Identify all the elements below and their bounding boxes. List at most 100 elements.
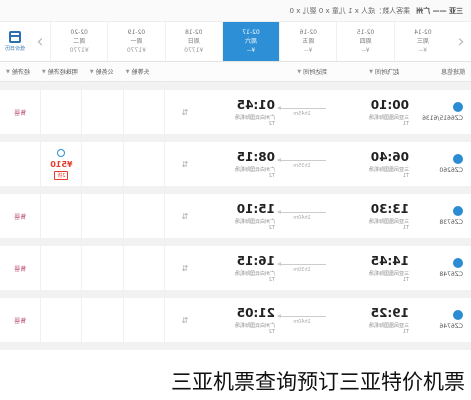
select-fare-radio[interactable] [57, 148, 66, 157]
departure-airport: 三亚凤凰国际机场 [368, 270, 409, 277]
arrival-time: 15:10 [236, 201, 275, 216]
route-arrow-icon [278, 211, 326, 213]
passenger-count: 乘客人数：成人 x 1 儿童 x 0 婴儿 x 0 [289, 6, 411, 15]
flight-duration: 1h30m [293, 266, 311, 273]
soldout-label: 售罄 [14, 317, 27, 325]
low-price-calendar-button[interactable]: 低价日历 [0, 22, 30, 61]
route-arrow-icon [278, 159, 326, 161]
flight-row[interactable]: CZ6748 14:45 三亚凤凰国际机场 T1 1h30m 16:15 广州白云国际… [0, 242, 471, 298]
date-tab[interactable]: 02-15 周四 ¥-- [336, 22, 394, 61]
filter-label: 起飞时间 [374, 69, 399, 76]
departure-time: 14:45 [370, 253, 409, 268]
filter-depart-time[interactable]: 起飞时间 ▼ [363, 67, 405, 77]
flight-number: CZ6615/6136 [422, 115, 463, 122]
arrival-airport: 广州白云国际机场 [234, 322, 275, 329]
flight-number: CZ6260 [439, 167, 463, 174]
flight-row[interactable]: CZ6746 19:25 三亚凤凰国际机场 T1 1h40m 21:05 广州白云国际… [0, 294, 471, 350]
fare-cell-economy[interactable]: 售罄 [0, 190, 42, 242]
departure-airport: 三亚凤凰国际机场 [368, 166, 409, 173]
filter-economy[interactable]: 经济舱 ▼ [0, 67, 36, 77]
date-tab-date: 02-15 [356, 29, 375, 36]
duration: 1h40m [275, 211, 329, 221]
date-tab-weekday: 周一 [130, 38, 143, 45]
filter-first-class[interactable]: 头等舱 ▼ [120, 67, 156, 77]
date-tab-date: 02-16 [299, 29, 318, 36]
date-tab-date: 02-20 [70, 29, 88, 36]
departure-airport: 三亚凤凰国际机场 [368, 218, 409, 225]
next-dates-arrow-icon[interactable]: › [30, 22, 50, 61]
fare-cell-premium[interactable]: ¥510 2折 [41, 138, 83, 190]
fare-cell-economy[interactable]: 售罄 [0, 242, 42, 294]
date-tab-price: ¥-- [418, 47, 427, 54]
departure-terminal: T1 [402, 224, 409, 231]
fare-cell-first [123, 294, 165, 346]
fare-cell-premium [41, 294, 83, 346]
departure-airport: 三亚凤凰国际机场 [368, 114, 409, 121]
fare-cell-economy[interactable]: 售罄 [0, 86, 42, 138]
date-tab-price: ¥-- [246, 47, 256, 54]
flight-row[interactable]: CZ6615/6136 00:10 三亚凤凰国际机场 T1 1h45m 01:45 广… [0, 86, 471, 142]
departure-time: 13:30 [370, 201, 409, 216]
fare-cell-business [82, 86, 124, 138]
date-tab[interactable]: 02-16 周五 ¥-- [279, 22, 337, 61]
date-tab-price: ¥1770 [126, 47, 146, 54]
date-tab-price: ¥-- [304, 47, 313, 54]
date-tab[interactable]: 02-19 周一 ¥1770 [107, 22, 165, 61]
departure-terminal: T1 [402, 172, 409, 179]
filter-business-class[interactable]: 公务舱 ▼ [84, 67, 120, 77]
date-tab[interactable]: 02-20 周二 ¥1770 [50, 22, 108, 61]
arrival-terminal: T2 [268, 276, 275, 283]
filter-arrive-time[interactable]: 到达时间 ▼ [291, 67, 333, 77]
route-arrow-icon [278, 315, 326, 317]
fare-cell-business [82, 190, 124, 242]
route-arrow-icon [278, 107, 326, 109]
flight-duration: 1h35m [293, 162, 311, 169]
soldout-label: 售罄 [14, 213, 27, 221]
caption-overlay: 三亚机票查询预订三亚特价机票 [161, 364, 471, 400]
date-tab-price: ¥-- [361, 47, 370, 54]
calendar-label: 低价日历 [5, 46, 26, 52]
arrival: 16:15 广州白云国际机场 T2 [205, 254, 275, 283]
sort-filter-bar: 航班信息 起飞时间 ▼ 到达时间 ▼ 头等舱 ▼ 公务舱 ▼ 明珠经济舱 ▼ 经济舱 ▼ [0, 62, 471, 82]
duration: 1h40m [275, 315, 329, 325]
prev-dates-arrow-icon[interactable]: ‹ [451, 22, 471, 61]
flight-number: CZ6748 [439, 271, 463, 278]
date-tab-date: 02-17 [242, 29, 260, 36]
fare-cell-economy[interactable]: 售罄 [0, 294, 42, 346]
filter-label: 航班信息 [440, 69, 465, 76]
date-tab-date: 02-14 [414, 29, 432, 36]
departure-time: 19:25 [370, 305, 409, 320]
date-tab-price: ¥1770 [184, 47, 204, 54]
filter-label: 到达时间 [303, 69, 328, 76]
flight-duration: 1h45m [293, 110, 311, 117]
departure: 14:45 三亚凤凰国际机场 T1 [329, 254, 409, 283]
caret-down-icon: ▼ [89, 68, 94, 75]
departure: 06:40 三亚凤凰国际机场 T1 [329, 150, 409, 179]
flight-row[interactable]: CZ6260 06:40 三亚凤凰国际机场 T1 1h35m 08:15 广州白云国际… [0, 138, 471, 194]
filter-label: 头等舱 [131, 69, 150, 76]
flight-row[interactable]: CZ6738 13:30 三亚凤凰国际机场 T1 1h40m 15:10 广州白云国际… [0, 190, 471, 246]
duration: 1h45m [275, 107, 329, 117]
date-tab[interactable]: 02-18 周日 ¥1770 [164, 22, 222, 61]
filter-flight-info[interactable]: 航班信息 [435, 67, 471, 76]
fare-cell-first [123, 138, 165, 190]
calendar-icon [9, 31, 22, 43]
flight-duration: 1h40m [293, 214, 311, 221]
departure-terminal: T1 [402, 120, 409, 127]
departure-time: 00:10 [370, 97, 409, 112]
caret-down-icon: ▼ [369, 68, 373, 75]
date-tab-date: 02-19 [127, 29, 146, 36]
amenity-icons: ⇅ [181, 315, 189, 325]
amenity-icons: ⇅ [181, 159, 189, 169]
date-tab[interactable]: 02-14 周三 ¥-- [393, 22, 451, 61]
fare-cell-business [82, 242, 124, 294]
date-tab-selected[interactable]: 02-17 周六 ¥-- [221, 22, 280, 61]
arrival-time: 21:05 [236, 305, 275, 320]
duration: 1h35m [275, 159, 329, 169]
departure: 00:10 三亚凤凰国际机场 T1 [329, 98, 409, 127]
flight-number: CZ6746 [439, 323, 463, 330]
amenity-icons: ⇅ [181, 263, 189, 273]
airline-logo-icon [453, 206, 463, 216]
filter-premium-economy[interactable]: 明珠经济舱 ▼ [36, 67, 84, 77]
fare-cell-first [123, 190, 165, 242]
